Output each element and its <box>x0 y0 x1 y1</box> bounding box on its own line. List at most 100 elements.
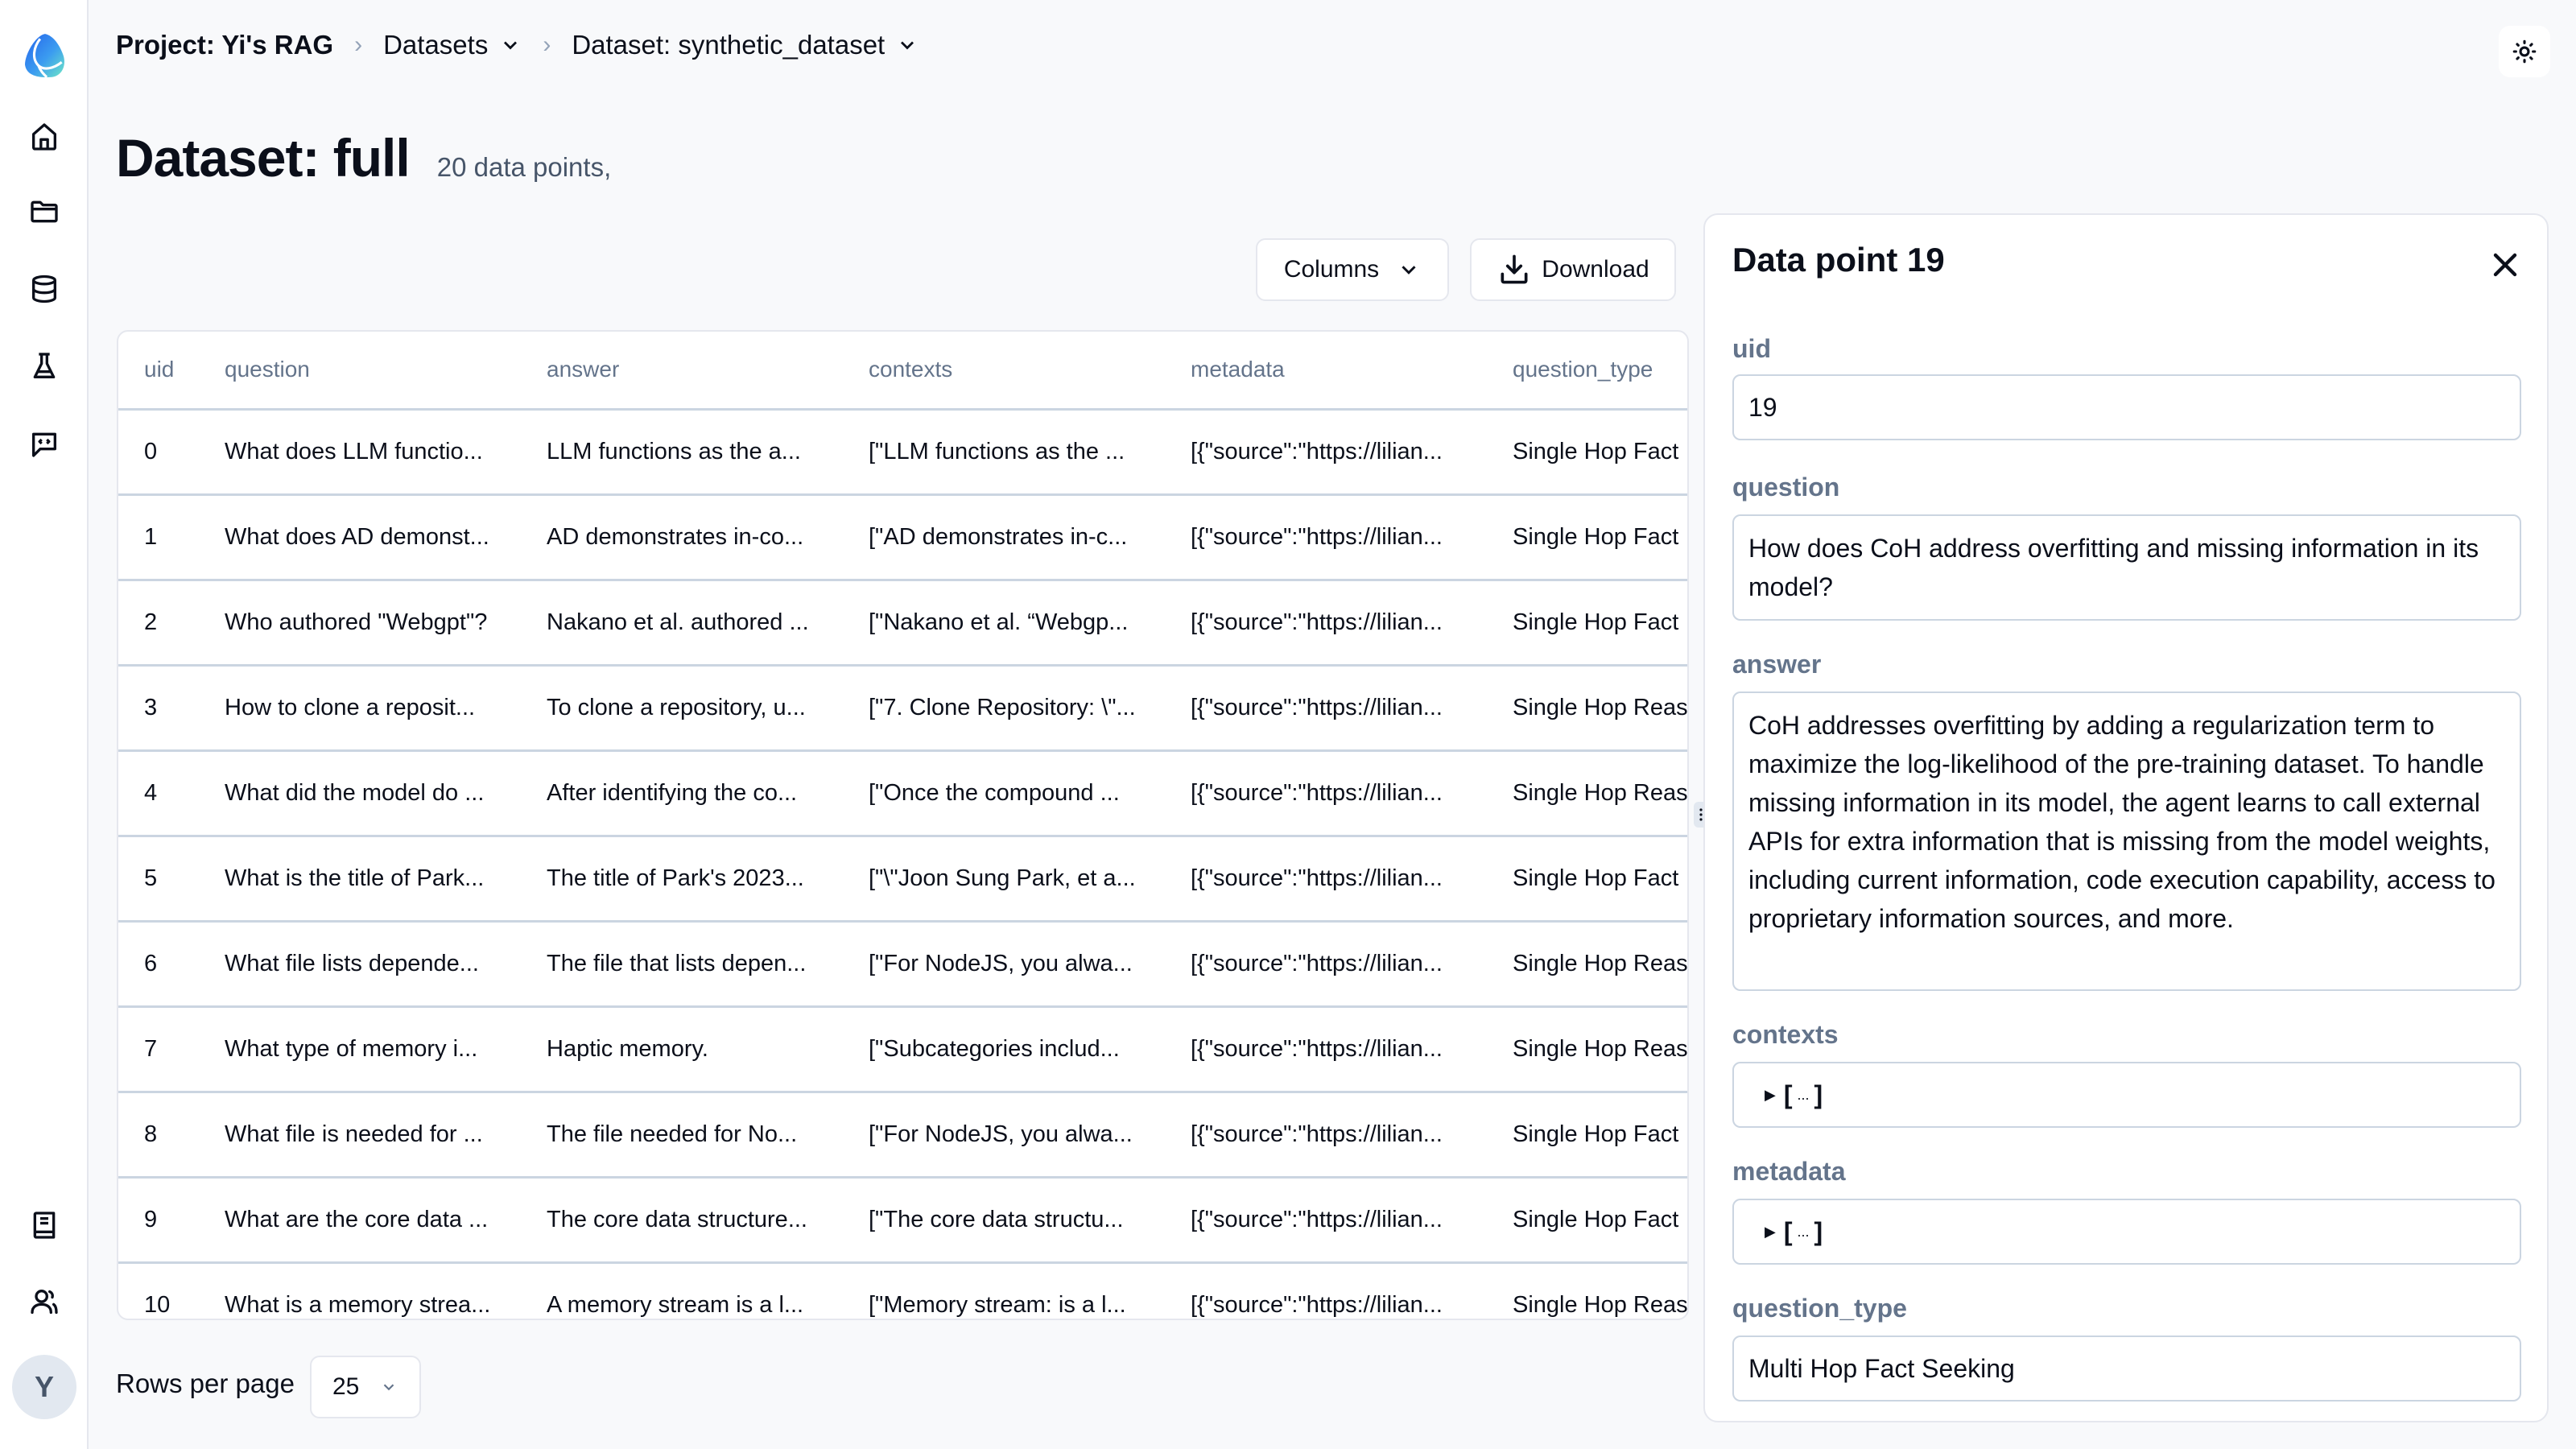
ellipsis: ... <box>1797 1224 1810 1240</box>
sidebar: Y <box>0 0 89 1449</box>
breadcrumb-dataset[interactable]: Dataset: synthetic_dataset <box>572 30 919 60</box>
table-row[interactable]: 10 What is a memory strea... A memory stre… <box>118 1262 1687 1319</box>
cell-question-type: Single Hop Reas <box>1513 1006 1687 1093</box>
sidebar-item-feedback[interactable] <box>24 423 64 464</box>
cell-metadata: [{"source":"https://lilian... <box>1191 921 1513 1008</box>
contexts-expand-toggle[interactable]: ▶ [ ... ] <box>1748 1075 1823 1114</box>
sidebar-item-experiments[interactable] <box>24 346 64 386</box>
cell-question-type: Single Hop Fact <box>1513 836 1687 923</box>
database-icon <box>32 275 56 303</box>
cell-metadata: [{"source":"https://lilian... <box>1191 409 1513 496</box>
cell-question-type: Single Hop Fact <box>1513 409 1687 496</box>
column-header-answer[interactable]: answer <box>547 332 869 411</box>
column-header-contexts[interactable]: contexts <box>869 332 1191 411</box>
sun-icon <box>2512 39 2537 64</box>
sidebar-item-projects[interactable] <box>24 192 64 232</box>
sidebar-item-team[interactable] <box>24 1282 64 1322</box>
cell-contexts: ["LLM functions as the ... <box>869 409 1191 496</box>
cell-uid: 2 <box>118 580 225 667</box>
breadcrumb-separator-icon: › <box>543 31 551 58</box>
breadcrumb-datasets[interactable]: Datasets <box>383 30 522 60</box>
sidebar-item-home[interactable] <box>24 117 64 157</box>
cell-answer: The file that lists depen... <box>547 921 869 1008</box>
cell-metadata: [{"source":"https://lilian... <box>1191 1006 1513 1093</box>
cell-uid: 6 <box>118 921 225 1008</box>
columns-button[interactable]: Columns <box>1256 238 1449 301</box>
breadcrumb-separator-icon: › <box>354 31 363 58</box>
answer-field[interactable]: CoH addresses overfitting by adding a re… <box>1732 691 2521 991</box>
sidebar-item-docs[interactable] <box>24 1205 64 1245</box>
field-label-contexts: contexts <box>1732 1020 1839 1049</box>
cell-contexts: ["Memory stream: is a l... <box>869 1262 1191 1319</box>
table-row[interactable]: 0 What does LLM functio... LLM functions a… <box>118 409 1687 496</box>
cell-question: What is a memory strea... <box>225 1262 547 1319</box>
cell-question: What did the model do ... <box>225 750 547 837</box>
cell-contexts: ["7. Clone Repository: \"... <box>869 665 1191 752</box>
flask-icon <box>33 353 56 378</box>
cell-question-type: Single Hop Reas <box>1513 750 1687 837</box>
cell-uid: 10 <box>118 1262 225 1319</box>
uid-field[interactable]: 19 <box>1732 374 2521 440</box>
avatar-initial: Y <box>34 1370 54 1403</box>
breadcrumb-project[interactable]: Project: Yi's RAG <box>116 30 333 60</box>
chevron-down-icon <box>901 41 914 50</box>
cell-question: What does AD demonst... <box>225 494 547 581</box>
table-row[interactable]: 8 What file is needed for ... The file nee… <box>118 1092 1687 1179</box>
cell-question: What type of memory i... <box>225 1006 547 1093</box>
contexts-field: ▶ [ ... ] <box>1732 1062 2521 1128</box>
app-logo-icon[interactable] <box>20 31 70 80</box>
cell-uid: 1 <box>118 494 225 581</box>
uid-value: 19 <box>1748 393 1777 422</box>
cell-contexts: ["The core data structu... <box>869 1177 1191 1264</box>
chevron-down-icon <box>384 1384 394 1391</box>
cell-question: What file is needed for ... <box>225 1092 547 1179</box>
table-row[interactable]: 5 What is the title of Park... The title o… <box>118 836 1687 923</box>
cell-question-type: Single Hop Fact <box>1513 494 1687 581</box>
close-icon[interactable] <box>2486 246 2524 284</box>
breadcrumb-datasets-label: Datasets <box>383 30 489 60</box>
cell-question-type: Single Hop Reas <box>1513 665 1687 752</box>
cell-question: What is the title of Park... <box>225 836 547 923</box>
breadcrumb-dataset-label: Dataset: synthetic_dataset <box>572 30 886 60</box>
cell-metadata: [{"source":"https://lilian... <box>1191 665 1513 752</box>
question-value: How does CoH address overfitting and mis… <box>1748 534 2479 601</box>
data-point-count: 20 data points, <box>436 152 612 182</box>
theme-toggle-button[interactable] <box>2499 26 2550 77</box>
table-row[interactable]: 9 What are the core data ... The core data… <box>118 1177 1687 1264</box>
page-header: Dataset: full 20 data points, <box>116 127 611 188</box>
column-header-uid[interactable]: uid <box>118 332 225 411</box>
cell-question: What does LLM functio... <box>225 409 547 496</box>
cell-metadata: [{"source":"https://lilian... <box>1191 1262 1513 1319</box>
table-row[interactable]: 6 What file lists depende... The file that… <box>118 921 1687 1008</box>
field-label-uid: uid <box>1732 334 1771 363</box>
question-type-field[interactable]: Multi Hop Fact Seeking <box>1732 1335 2521 1402</box>
column-header-question-type[interactable]: question_type <box>1513 332 1687 411</box>
field-label-metadata: metadata <box>1732 1157 1846 1186</box>
sidebar-item-datasets[interactable] <box>24 269 64 309</box>
user-avatar[interactable]: Y <box>12 1355 76 1419</box>
cell-answer: The core data structure... <box>547 1177 869 1264</box>
table-row[interactable]: 2 Who authored "Webgpt"? Nakano et al. aut… <box>118 580 1687 667</box>
bracket-open: [ <box>1783 1217 1793 1246</box>
cell-uid: 3 <box>118 665 225 752</box>
breadcrumb: Project: Yi's RAG › Datasets › Dataset: … <box>116 24 919 66</box>
cell-question: Who authored "Webgpt"? <box>225 580 547 667</box>
cell-contexts: ["For NodeJS, you alwa... <box>869 921 1191 1008</box>
question-field[interactable]: How does CoH address overfitting and mis… <box>1732 514 2521 621</box>
question-type-value: Multi Hop Fact Seeking <box>1748 1354 2015 1383</box>
table-header-row: uid question answer contexts metadata qu… <box>118 332 1687 411</box>
field-label-question-type: question_type <box>1732 1294 1907 1323</box>
answer-value: CoH addresses overfitting by adding a re… <box>1748 711 2496 933</box>
column-header-question[interactable]: question <box>225 332 547 411</box>
rows-per-page-select[interactable]: 25 <box>310 1356 421 1418</box>
cell-question: How to clone a reposit... <box>225 665 547 752</box>
table-row[interactable]: 4 What did the model do ... After identify… <box>118 750 1687 837</box>
column-header-metadata[interactable]: metadata <box>1191 332 1513 411</box>
table-row[interactable]: 3 How to clone a reposit... To clone a rep… <box>118 665 1687 752</box>
download-button[interactable]: Download <box>1470 238 1676 301</box>
metadata-expand-toggle[interactable]: ▶ [ ... ] <box>1748 1212 1823 1251</box>
table-row[interactable]: 7 What type of memory i... Haptic memory.[… <box>118 1006 1687 1093</box>
users-icon <box>31 1290 58 1314</box>
table-row[interactable]: 1 What does AD demonst... AD demonstrates … <box>118 494 1687 581</box>
rows-per-page-label: Rows per page <box>116 1368 295 1398</box>
